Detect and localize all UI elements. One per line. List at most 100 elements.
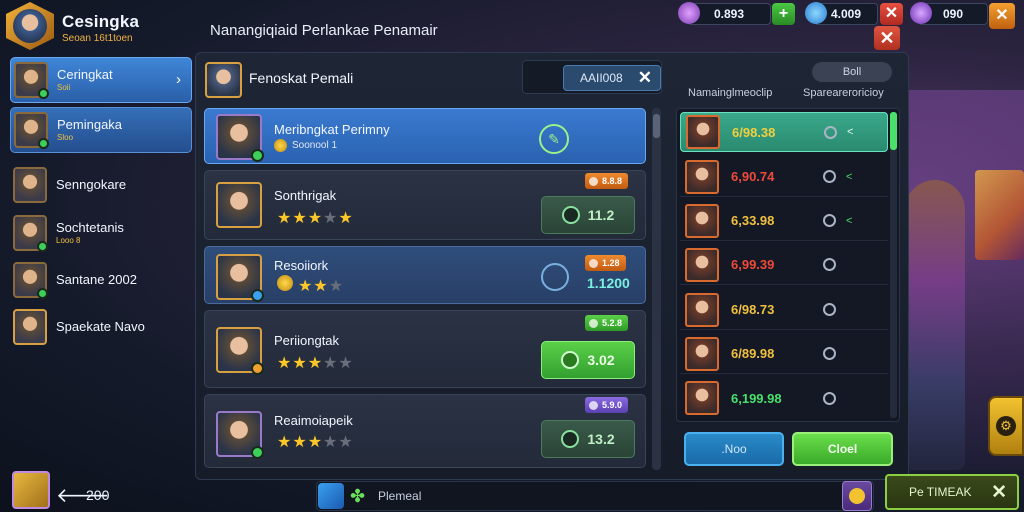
online-dot	[37, 241, 48, 252]
avatar	[685, 247, 719, 282]
status-dot	[251, 289, 264, 302]
online-dot	[251, 446, 264, 459]
list-item-name: Resoiiork	[274, 258, 329, 273]
sidebar-item-sub: Sloo	[57, 133, 74, 142]
leaderboard-row[interactable]: 6/98.73	[680, 290, 888, 330]
action-button[interactable]: 3.02	[541, 341, 635, 379]
avatar	[685, 159, 719, 194]
chest-icon[interactable]	[12, 471, 50, 509]
list-item[interactable]: Reaimoiapeik ★★★★★ 5.9.0 13.2	[204, 394, 646, 468]
leaderboard-row[interactable]: 6/89.98	[680, 334, 888, 374]
list-item-sub: Soonool 1	[274, 139, 337, 152]
leaderboard-row[interactable]: 6,199.98	[680, 378, 888, 418]
close-button[interactable]: ✕	[874, 26, 900, 50]
close-shield-button[interactable]: ✕	[880, 3, 903, 25]
list-item-name: Meribngkat Perimny	[274, 122, 390, 137]
coin-icon	[823, 258, 836, 271]
list-title: Fenoskat Pemali	[249, 70, 354, 86]
sidebar-item-sub: Looo 8	[56, 236, 81, 245]
list-scroll-thumb[interactable]	[653, 114, 660, 138]
coin-icon	[823, 214, 836, 227]
avatar	[686, 115, 720, 149]
sidebar-item-3[interactable]: Senngokare	[10, 162, 192, 208]
status-badge: 5.9.0	[585, 397, 629, 413]
list-item-name: Reaimoiapeik	[274, 413, 353, 428]
sidebar-item-5[interactable]: Santane 2002	[10, 257, 192, 303]
emoji-icon	[849, 488, 865, 504]
leaderboard-scroll-thumb[interactable]	[890, 112, 897, 150]
sidebar-item-label: Santane 2002	[56, 272, 137, 288]
online-dot	[38, 88, 49, 99]
sidebar-item-6[interactable]: Spaekate Navo	[10, 304, 192, 350]
sidebar-item-1[interactable]: Ceringkat Soii ›	[10, 57, 192, 103]
purple-gem-icon	[678, 2, 700, 24]
leaderboard-row[interactable]: 6/98.38 <	[680, 112, 888, 152]
game-title: Cesingka	[62, 12, 140, 31]
coin-icon	[274, 139, 287, 152]
list-header-avatar	[205, 62, 242, 98]
sidebar-item-label: Ceringkat	[57, 67, 113, 83]
avatar	[685, 203, 719, 238]
avatar	[216, 254, 264, 302]
avatar	[685, 336, 719, 371]
score-value: 6/89.98	[731, 346, 775, 361]
close-icon[interactable]: ✕	[991, 481, 1007, 504]
emoji-button[interactable]	[842, 481, 872, 511]
confirm-button[interactable]: Cloel	[792, 432, 893, 466]
sidebar-item-2[interactable]: Pemingaka Sloo	[10, 107, 192, 153]
avatar	[14, 62, 49, 99]
online-dot	[38, 138, 49, 149]
sidebar-item-4[interactable]: Sochtetanis Looo 8	[10, 210, 192, 256]
edit-button[interactable]: ✎	[539, 124, 569, 154]
list-item[interactable]: Resoiiork ★★★ 1.28 1.1200	[204, 246, 646, 304]
close-energy-button[interactable]: ✕	[989, 3, 1015, 29]
search-tag[interactable]: AAII008 ✕	[563, 65, 661, 91]
status-dot	[251, 362, 264, 375]
action-label: 3.02	[587, 352, 615, 368]
avatar	[685, 292, 719, 327]
status-badge: 5.2.8	[585, 315, 629, 331]
action-button[interactable]: 13.2	[541, 420, 635, 458]
star-rating: ★★★	[277, 275, 344, 296]
page-title: Nanangiqiaid Perlankae Penamair	[210, 22, 438, 39]
score-value: 6,199.98	[731, 390, 782, 406]
list-item[interactable]: Periiongtak ★★★★★ 5.2.8 3.02	[204, 310, 646, 388]
chat-input[interactable]: Plemeal	[378, 489, 421, 503]
action-button[interactable]: 11.2	[541, 196, 635, 234]
leaderboard-row[interactable]: 6,90.74 <	[680, 157, 888, 197]
badge-text: 5.9.0	[602, 400, 623, 410]
energy-icon	[910, 2, 932, 24]
leaderboard-row[interactable]: 6,99.39	[680, 245, 888, 285]
sidebar-item-label: Spaekate Navo	[56, 319, 145, 335]
list-item-name: Periiongtak	[274, 333, 340, 348]
leaderboard-scrollbar[interactable]	[890, 112, 897, 418]
coin-icon	[823, 170, 836, 183]
sidebar: Ceringkat Soii › Pemingaka Sloo Senngokare…	[0, 52, 196, 464]
coin-icon	[824, 125, 837, 139]
leaderboard-row[interactable]: 6,33.98 <	[680, 201, 888, 241]
list-item[interactable]: Meribngkat Perimny Soonool 1 ✎	[204, 108, 646, 164]
secondary-button[interactable]: .Noo	[684, 432, 784, 466]
list-item[interactable]: Sonthrigak ★★★★★ 8.8.8 11.2	[204, 170, 646, 240]
coin-icon	[823, 391, 836, 405]
avatar	[13, 167, 47, 203]
rank-mark: <	[846, 170, 853, 183]
bottom-action-button[interactable]: Pe TIMEAK ✕	[885, 474, 1019, 510]
action-icon	[561, 351, 580, 369]
list-item-sub-text: Soonool 1	[292, 140, 338, 151]
list-scrollbar[interactable]	[652, 108, 661, 470]
status-badge: 1.28	[585, 255, 626, 271]
coin-icon	[277, 275, 293, 291]
clear-search-icon[interactable]: ✕	[638, 68, 652, 88]
sidebar-item-label: Pemingaka	[57, 117, 123, 133]
filter-button[interactable]: Boll	[812, 62, 892, 82]
add-gems-button[interactable]: +	[772, 3, 795, 25]
avatar	[13, 309, 47, 345]
price-label: 1.1200	[587, 275, 630, 291]
badge-text: 8.8.8	[602, 176, 623, 186]
list-item-name: Sonthrigak	[274, 188, 337, 203]
treasure-chest-icon[interactable]: ⚙	[988, 396, 1024, 456]
action-icon	[561, 206, 580, 224]
chat-channel-icon[interactable]	[318, 483, 344, 509]
background-window	[975, 170, 1024, 260]
